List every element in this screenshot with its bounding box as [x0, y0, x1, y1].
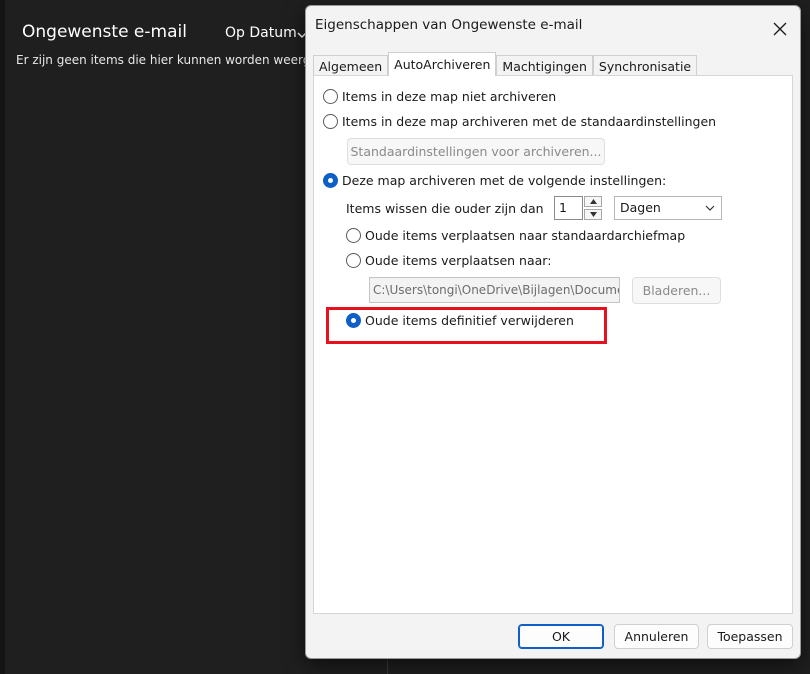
- ok-button[interactable]: OK: [518, 624, 604, 649]
- radio-default-archive-label: Items in deze map archiveren met de stan…: [342, 114, 717, 129]
- triangle-up-icon: [589, 199, 597, 204]
- highlight-annotation: [326, 307, 607, 344]
- radio-move-default-label: Oude items verplaatsen naar standaardarc…: [365, 228, 686, 243]
- close-button[interactable]: [762, 11, 798, 47]
- tab-synchronisatie[interactable]: Synchronisatie: [592, 55, 698, 76]
- default-settings-button[interactable]: Standaardinstellingen voor archiveren...: [347, 138, 605, 165]
- radio-circle-checked[interactable]: [323, 173, 338, 188]
- tab-algemeen[interactable]: Algemeen: [313, 55, 389, 76]
- tab-autoarchiveren[interactable]: AutoArchiveren: [388, 52, 497, 76]
- radio-custom-archive[interactable]: Deze map archiveren met de volgende inst…: [323, 173, 666, 188]
- folder-title: Ongewenste e-mail: [22, 22, 187, 42]
- age-value-input[interactable]: 1: [554, 196, 583, 220]
- radio-no-archive-label: Items in deze map niet archiveren: [342, 89, 557, 104]
- radio-move-to-label: Oude items verplaatsen naar:: [365, 253, 552, 268]
- tab-machtigingen[interactable]: Machtigingen: [496, 55, 593, 76]
- stepper-up-button[interactable]: [584, 196, 602, 207]
- radio-move-to[interactable]: Oude items verplaatsen naar:: [346, 253, 551, 268]
- archive-path-input[interactable]: C:\Users\tongi\OneDrive\Bijlagen\Documen…: [369, 277, 620, 303]
- left-strip: [0, 0, 5, 674]
- close-icon[interactable]: [773, 22, 787, 36]
- age-stepper: [584, 196, 602, 220]
- cancel-button[interactable]: Annuleren: [614, 624, 699, 649]
- age-unit-value: Dagen: [620, 200, 661, 215]
- chevron-down-icon: [705, 205, 715, 211]
- radio-circle[interactable]: [346, 228, 361, 243]
- radio-circle[interactable]: [323, 89, 338, 104]
- radio-circle[interactable]: [346, 253, 361, 268]
- browse-button[interactable]: Bladeren...: [632, 277, 721, 304]
- radio-custom-archive-label: Deze map archiveren met de volgende inst…: [342, 173, 667, 188]
- radio-move-default[interactable]: Oude items verplaatsen naar standaardarc…: [346, 228, 685, 243]
- tab-strip: Algemeen AutoArchiveren Machtigingen Syn…: [313, 52, 698, 76]
- stepper-down-button[interactable]: [584, 209, 602, 220]
- sort-dropdown[interactable]: Op Datum: [225, 25, 297, 41]
- age-unit-select[interactable]: Dagen: [614, 196, 722, 220]
- apply-button[interactable]: Toepassen: [707, 624, 793, 649]
- clean-older-label: Items wissen die ouder zijn dan: [346, 201, 544, 216]
- empty-list-message: Er zijn geen items die hier kunnen worde…: [16, 53, 306, 67]
- dialog-title: Eigenschappen van Ongewenste e-mail: [315, 17, 583, 33]
- radio-default-archive[interactable]: Items in deze map archiveren met de stan…: [323, 114, 716, 129]
- radio-no-archive[interactable]: Items in deze map niet archiveren: [323, 89, 556, 104]
- triangle-down-icon: [589, 212, 597, 217]
- radio-circle[interactable]: [323, 114, 338, 129]
